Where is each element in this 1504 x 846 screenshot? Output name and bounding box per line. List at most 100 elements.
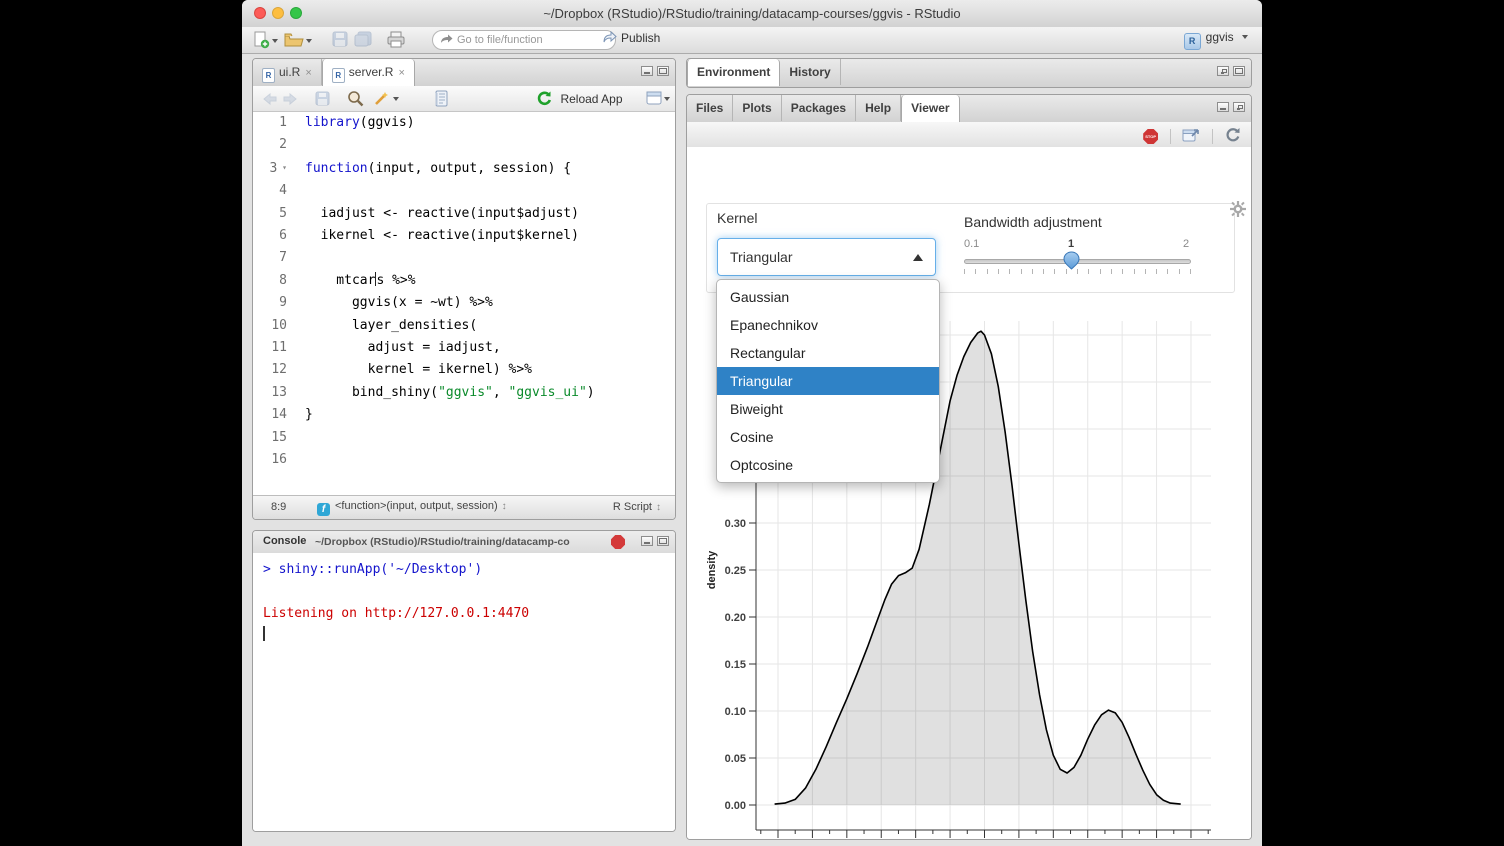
new-file-dropdown-caret[interactable]: [272, 39, 278, 43]
tab-history[interactable]: History: [780, 59, 840, 85]
open-file-dropdown-caret[interactable]: [306, 39, 312, 43]
publish-button[interactable]: Publish: [602, 31, 660, 45]
viewer-toolbar-icons: STOP: [1143, 126, 1241, 147]
viewer-tabstrip: FilesPlotsPackagesHelpViewer: [687, 95, 1251, 123]
find-icon[interactable]: [347, 90, 364, 112]
source-pane-layout-icon[interactable]: [646, 91, 662, 110]
tab-environment[interactable]: Environment: [687, 59, 780, 86]
source-pane: Rui.R×Rserver.R× Reload App: [252, 58, 676, 520]
console-text: [263, 584, 271, 599]
code-tools-caret[interactable]: [393, 97, 399, 101]
tab-files[interactable]: Files: [687, 95, 733, 121]
code-text: library(ggvis): [291, 115, 415, 130]
code-editor[interactable]: 1library(ggvis)23 ▾function(input, outpu…: [253, 112, 675, 496]
tab-plots[interactable]: Plots: [733, 95, 781, 121]
console-window-buttons: [637, 536, 669, 548]
code-text: }: [291, 407, 313, 422]
console-text: Listening on http://127.0.0.1:4470: [263, 606, 529, 621]
kernel-option-optcosine[interactable]: Optcosine: [717, 451, 939, 479]
y-tick-label: 0.15: [725, 659, 746, 671]
code-text: kernel = ikernel) %>%: [291, 362, 532, 377]
code-segment: adjust = iadjust,: [305, 340, 501, 355]
back-icon[interactable]: [263, 92, 277, 110]
doc-type-label: R Script: [613, 501, 652, 513]
tab-close-icon[interactable]: ×: [398, 67, 404, 79]
code-segment: function: [305, 161, 368, 176]
compile-notebook-icon[interactable]: [433, 90, 449, 112]
save-icon[interactable]: [332, 31, 348, 52]
console-header: Console ~/Dropbox (RStudio)/RStudio/trai…: [253, 531, 675, 554]
tab-packages[interactable]: Packages: [782, 95, 856, 121]
environment-maximize-icon[interactable]: [1233, 66, 1245, 76]
slider-tick: [1021, 269, 1022, 274]
editor-tab-server.R[interactable]: Rserver.R×: [322, 59, 415, 86]
save-file-icon[interactable]: [315, 91, 330, 111]
slider-tick: [1190, 269, 1191, 274]
project-menu-button[interactable]: Rggvis: [1184, 30, 1248, 50]
code-segment: ,: [493, 385, 509, 400]
code-line: 14}: [253, 404, 675, 426]
slider-tick: [1167, 269, 1168, 274]
console-output[interactable]: > shiny::runApp('~/Desktop') Listening o…: [253, 553, 675, 831]
tab-viewer[interactable]: Viewer: [901, 95, 959, 122]
code-text: function(input, output, session) {: [291, 161, 571, 176]
code-segment: "ggvis": [438, 385, 493, 400]
code-line: 12 kernel = ikernel) %>%: [253, 359, 675, 381]
open-in-new-window-icon[interactable]: [1182, 129, 1200, 146]
kernel-option-cosine[interactable]: Cosine: [717, 423, 939, 451]
viewer-restore-icon[interactable]: [1233, 102, 1245, 112]
environment-restore-icon[interactable]: [1217, 66, 1229, 76]
console-maximize-icon[interactable]: [657, 536, 669, 546]
environment-tabstrip: EnvironmentHistory: [687, 59, 1251, 88]
goto-file-input[interactable]: Go to file/function: [432, 30, 616, 50]
editor-toolbar: Reload App: [253, 86, 675, 112]
save-all-icon[interactable]: [354, 31, 372, 52]
layout-caret[interactable]: [664, 97, 670, 101]
scope-label: <function>(input, output, session): [335, 500, 498, 512]
tab-close-icon[interactable]: ×: [305, 67, 311, 79]
slider-tick: [1054, 269, 1055, 274]
kernel-option-biweight[interactable]: Biweight: [717, 395, 939, 423]
code-tools-wand-icon[interactable]: [373, 90, 390, 112]
project-label: ggvis: [1206, 30, 1234, 44]
kernel-select-value: Triangular: [730, 249, 793, 265]
code-line: 6 ikernel <- reactive(input$kernel): [253, 225, 675, 247]
tab-help[interactable]: Help: [856, 95, 901, 121]
refresh-icon[interactable]: [1224, 129, 1241, 146]
open-file-icon[interactable]: [284, 31, 304, 54]
code-text: [291, 452, 305, 467]
kernel-option-epanechnikov[interactable]: Epanechnikov: [717, 311, 939, 339]
forward-icon[interactable]: [283, 92, 297, 110]
console-stop-icon[interactable]: [611, 535, 625, 549]
bandwidth-label: Bandwidth adjustment: [964, 214, 1102, 230]
publish-label: Publish: [621, 31, 660, 45]
new-file-icon[interactable]: [252, 31, 270, 54]
viewer-minimize-icon[interactable]: [1217, 102, 1229, 112]
fold-marker-icon[interactable]: ▾: [277, 163, 287, 172]
slider-tick: [1043, 269, 1044, 274]
kernel-option-triangular[interactable]: Triangular: [717, 367, 939, 395]
function-icon: f: [317, 503, 330, 516]
toolbar-separator: [1170, 129, 1171, 144]
doc-type-selector[interactable]: R Script↕: [613, 501, 661, 513]
kernel-select[interactable]: Triangular: [717, 238, 936, 276]
code-segment: kernel = ikernel) %>%: [305, 362, 532, 377]
code-segment: mtcar: [305, 273, 375, 288]
maximize-pane-icon[interactable]: [657, 66, 669, 76]
r-file-icon: R: [262, 68, 275, 83]
code-line: 8 mtcars %>%: [253, 270, 675, 292]
minimize-pane-icon[interactable]: [641, 66, 653, 76]
reload-app-button[interactable]: Reload App: [536, 90, 623, 108]
kernel-option-gaussian[interactable]: Gaussian: [717, 283, 939, 311]
toolbar-separator: [1212, 129, 1213, 144]
scope-selector[interactable]: f<function>(input, output, session)↕: [317, 500, 507, 516]
slider-tick: [1156, 269, 1157, 274]
slider-tick: [987, 269, 988, 274]
kernel-option-rectangular[interactable]: Rectangular: [717, 339, 939, 367]
print-icon[interactable]: [387, 31, 405, 53]
viewer-stop-icon[interactable]: STOP: [1143, 129, 1158, 144]
bandwidth-slider-handle[interactable]: [1063, 251, 1080, 270]
gear-icon[interactable]: [1230, 201, 1246, 217]
console-minimize-icon[interactable]: [641, 536, 653, 546]
editor-tab-ui.R[interactable]: Rui.R×: [253, 59, 322, 85]
